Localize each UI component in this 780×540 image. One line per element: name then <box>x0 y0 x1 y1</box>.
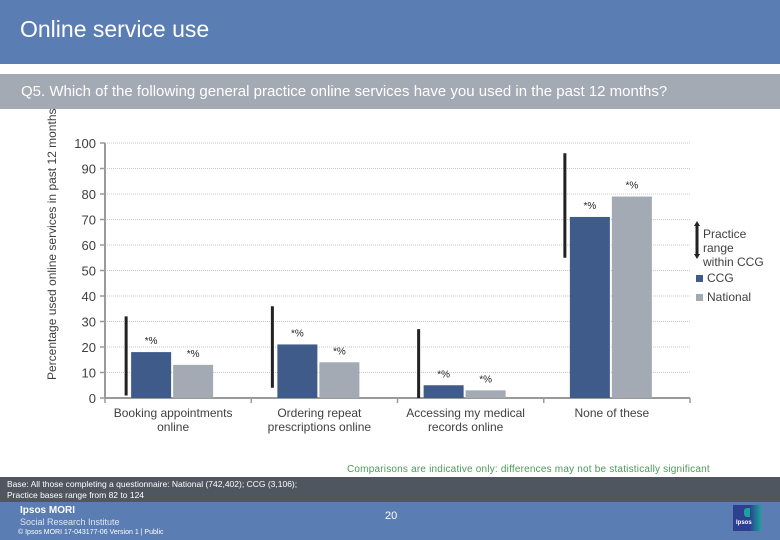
bar-national <box>173 364 214 398</box>
x-tick-label: Accessing my medical records online <box>396 406 536 434</box>
data-label: *% <box>187 349 200 360</box>
legend-range-label-line2: within CCG <box>703 255 764 269</box>
base-line-1: Base: All those completing a questionnai… <box>7 479 298 489</box>
legend-item-ccg: CCG <box>696 271 734 285</box>
x-tick-label-line: prescriptions online <box>267 420 372 434</box>
x-tick-label-line: online <box>157 420 190 434</box>
y-tick-label: 80 <box>82 187 96 202</box>
data-label: *% <box>291 328 304 339</box>
y-tick-label: 60 <box>82 238 96 253</box>
x-tick-label: Ordering repeat prescriptions online <box>249 406 389 434</box>
copyright-text: © Ipsos MORI 17-043177-06 Version 1 | Pu… <box>18 529 164 536</box>
data-label: *% <box>583 201 596 212</box>
data-label: *% <box>479 374 492 385</box>
bar-ccg <box>131 352 172 398</box>
x-tick-label: Booking appointments online <box>103 406 243 434</box>
y-tick-label: 100 <box>74 136 96 151</box>
brand-name: Ipsos MORI <box>20 505 76 516</box>
legend-range-arrow-down-icon <box>694 254 700 259</box>
x-tick-label-line: Ordering repeat <box>277 406 362 420</box>
y-tick-label: 90 <box>82 162 96 177</box>
y-tick-label: 20 <box>82 340 96 355</box>
brand-subtitle: Social Research Institute <box>20 517 120 527</box>
y-tick-label: 30 <box>82 315 96 330</box>
comparison-note: Comparisons are indicative only: differe… <box>347 464 710 475</box>
legend-label-national: National <box>707 290 752 304</box>
bar-ccg <box>423 385 464 398</box>
x-tick-label: None of these <box>542 406 682 420</box>
x-tick-label-line: Accessing my medical <box>406 406 525 420</box>
bar-chart: 0 10 20 30 40 50 60 70 80 90 100 *% *% *% *% *% *% *% *% <box>74 136 700 406</box>
legend-range-arrow-up-icon <box>694 221 700 226</box>
ipsos-logo-icon: Ipsos <box>733 505 761 531</box>
legend-item-national: National <box>696 290 751 304</box>
y-tick-label: 40 <box>82 289 96 304</box>
logo-text: Ipsos <box>736 520 752 526</box>
bar-national <box>611 196 652 398</box>
x-tick-label-line: records online <box>427 420 504 434</box>
legend-swatch-ccg <box>696 275 703 283</box>
bar-ccg <box>277 344 318 398</box>
base-line-2: Practice bases range from 82 to 124 <box>7 490 145 500</box>
base-bar: Base: All those completing a questionnai… <box>0 477 780 502</box>
bar-ccg <box>569 216 610 398</box>
y-tick-label: 50 <box>82 264 96 279</box>
x-tick-label-line: Booking appointments <box>113 406 233 420</box>
footer: Ipsos MORI Social Research Institute © I… <box>0 502 780 540</box>
legend-label-ccg: CCG <box>707 271 734 285</box>
legend-practice-range: Practice range within CCG <box>703 227 780 269</box>
legend-swatch-national <box>696 294 703 302</box>
data-label: *% <box>625 181 638 192</box>
y-tick-label: 10 <box>82 366 96 381</box>
y-tick-label: 70 <box>82 213 96 228</box>
data-label: *% <box>437 369 450 380</box>
legend-range-label-line1: Practice range <box>703 227 747 255</box>
logo-mark <box>744 508 750 517</box>
x-tick-label-line: None of these <box>574 406 650 420</box>
data-label: *% <box>333 346 346 357</box>
bar-national <box>319 362 360 398</box>
base-text: Base: All those completing a questionnai… <box>7 479 297 501</box>
data-label: *% <box>145 336 158 347</box>
bar-national <box>465 390 506 398</box>
y-tick-label: 0 <box>89 391 96 406</box>
page-number: 20 <box>385 510 398 522</box>
